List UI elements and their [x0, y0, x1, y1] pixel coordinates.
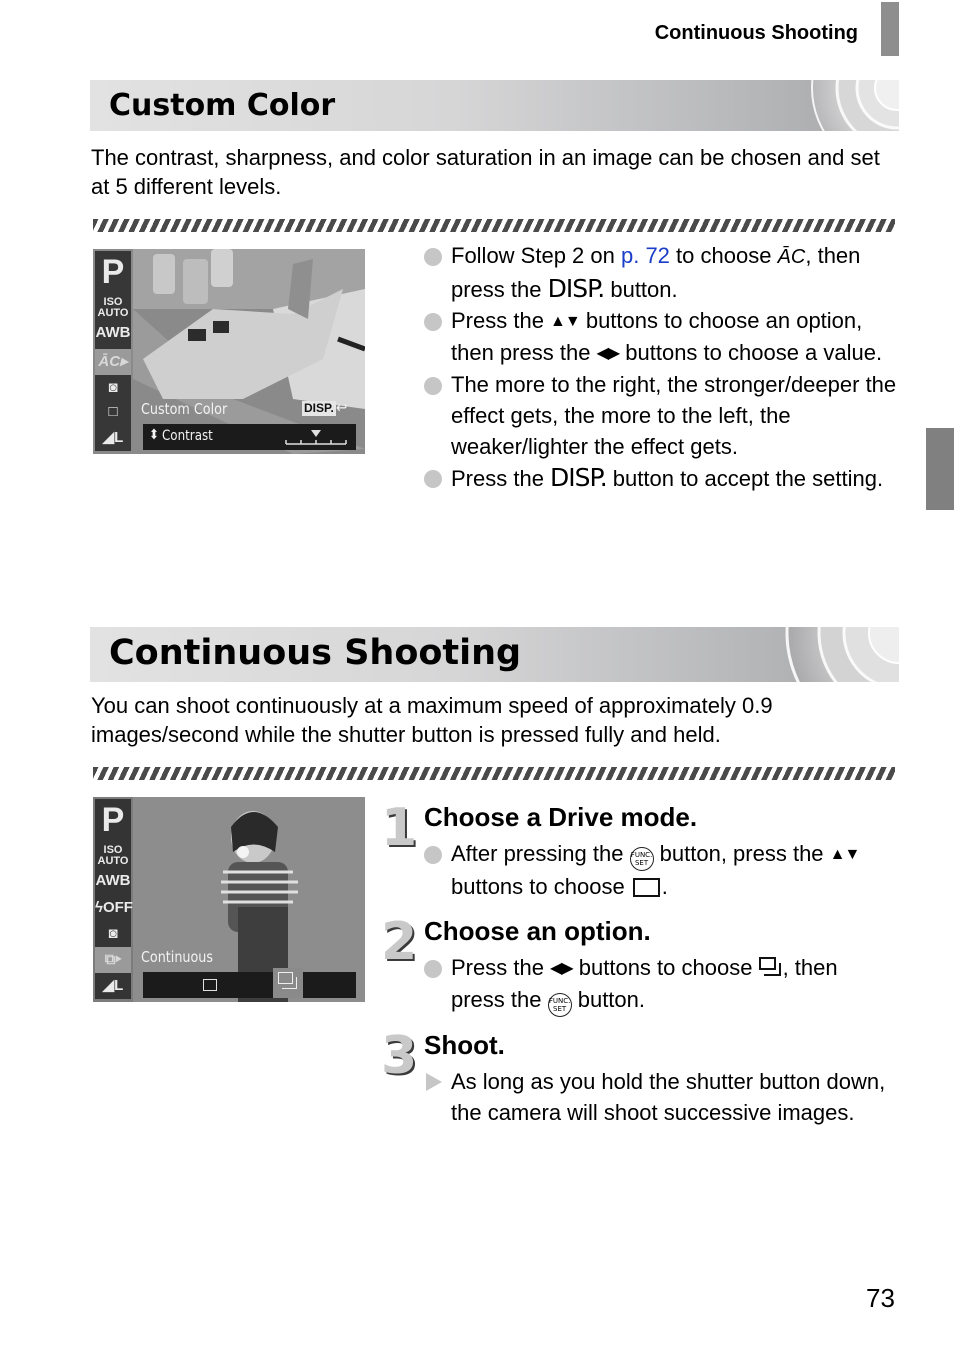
metering-icon: ◙	[108, 925, 118, 942]
section-header-custom-color: Custom Color	[90, 80, 899, 131]
custom-color-icon: ĀC▸	[95, 349, 131, 375]
return-arrow-icon: ↩	[336, 398, 348, 417]
intro-paragraph: The contrast, sharpness, and color satur…	[91, 145, 880, 199]
concentric-rings-decoration-icon	[785, 627, 899, 682]
camera-function-sidebar: P ISO AUTO AWB ϟOFF ◙ ⧉▸ ◢L	[95, 799, 133, 999]
bullet-icon	[424, 470, 442, 488]
side-thumb-tab	[926, 428, 954, 510]
list-item: As long as you hold the shutter button d…	[424, 1066, 894, 1128]
camera-screen-custom-color: P ISO AUTO AWB ĀC▸ ◙ □ ◢L Custom Color DI…	[93, 249, 365, 454]
custom-color-instructions: Follow Step 2 on p. 72 to choose ĀC, the…	[424, 240, 904, 494]
camera-function-sidebar: P ISO AUTO AWB ĀC▸ ◙ □ ◢L	[95, 251, 131, 451]
func-set-button-icon: FUNC. SET	[547, 993, 572, 1017]
list-item: Follow Step 2 on p. 72 to choose ĀC, the…	[424, 240, 904, 305]
drive-continuous-icon	[758, 957, 783, 979]
page-number: 73	[866, 1283, 895, 1313]
up-down-arrows-icon: ▲▼	[550, 313, 581, 330]
disp-button-icon: DISP.	[550, 463, 608, 492]
white-balance-awb-icon: AWB	[95, 324, 131, 341]
disp-badge: DISP.	[302, 401, 336, 416]
step-title: Choose a Drive mode.	[424, 802, 698, 832]
camera-screen-continuous: P ISO AUTO AWB ϟOFF ◙ ⧉▸ ◢L Continuous	[93, 797, 365, 1002]
bullet-icon	[424, 377, 442, 395]
hatched-divider	[93, 767, 895, 780]
step-number: 3	[381, 1026, 418, 1086]
chapter-tab-marker	[881, 2, 899, 56]
disp-button-icon: DISP.	[547, 274, 606, 303]
iso-auto-icon: ISO AUTO	[97, 844, 129, 867]
section-title: Continuous Shooting	[109, 633, 522, 673]
program-mode-icon: P	[101, 253, 125, 291]
step-title: Choose an option.	[424, 916, 651, 946]
func-set-button-icon: FUNC. SET	[629, 847, 654, 871]
bullet-icon	[424, 248, 442, 266]
camera-option-label: Contrast	[162, 428, 213, 444]
list-item: The more to the right, the stronger/deep…	[424, 369, 904, 462]
concentric-rings-decoration-icon	[811, 80, 899, 131]
camera-option-panel	[143, 968, 356, 998]
page-link[interactable]: p. 72	[621, 243, 670, 268]
running-header-title: Continuous Shooting	[654, 22, 858, 44]
list-item: After pressing the FUNC. SET button, pres…	[424, 838, 894, 902]
option-up-down-icon: ⬍	[149, 427, 159, 443]
camera-menu-label: Custom Color	[141, 400, 228, 418]
image-size-L-icon: ◢L	[102, 977, 124, 994]
metering-icon: ◙	[108, 379, 118, 396]
program-mode-icon: P	[101, 801, 125, 839]
step-number: 1	[381, 798, 418, 858]
bullet-icon	[424, 846, 442, 864]
step-instructions: As long as you hold the shutter button d…	[424, 1066, 894, 1128]
section-header-continuous-shooting: Continuous Shooting	[90, 627, 899, 682]
drive-continuous-icon: ⧉▸	[95, 947, 131, 973]
camera-menu-label: Continuous	[141, 948, 214, 966]
bullet-icon	[424, 960, 442, 978]
step-title: Shoot.	[424, 1030, 505, 1060]
bullet-icon	[424, 313, 442, 331]
custom-color-icon: ĀC	[777, 246, 806, 268]
flash-off-icon: ϟOFF	[95, 899, 133, 916]
left-right-arrows-icon: ◀▶	[596, 345, 621, 362]
white-balance-awb-icon: AWB	[95, 872, 131, 889]
continuous-icon-selected	[273, 968, 303, 998]
single-shot-icon	[203, 979, 217, 991]
drive-single-icon	[632, 878, 660, 897]
hatched-divider	[93, 219, 895, 232]
intro-paragraph: You can shoot continuously at a maximum …	[91, 693, 773, 747]
section-title: Custom Color	[109, 88, 336, 123]
list-item: Press the ▲▼ buttons to choose an option…	[424, 305, 904, 369]
list-item: Press the ◀▶ buttons to choose , then pr…	[424, 952, 894, 1017]
up-down-arrows-icon: ▲▼	[829, 846, 861, 863]
slider-marker	[311, 430, 321, 437]
step-instructions: Press the ◀▶ buttons to choose , then pr…	[424, 952, 894, 1017]
step-instructions: After pressing the FUNC. SET button, pres…	[424, 838, 894, 902]
step-number: 2	[381, 912, 418, 972]
left-right-arrows-icon: ◀▶	[550, 960, 574, 977]
result-arrow-icon	[426, 1073, 442, 1091]
drive-single-icon: □	[108, 403, 118, 420]
camera-option-panel: ⬍ Contrast	[143, 424, 356, 450]
image-size-L-icon: ◢L	[102, 429, 124, 446]
iso-auto-icon: ISO AUTO	[97, 296, 129, 319]
list-item: Press the DISP. button to accept the set…	[424, 462, 904, 494]
level-slider	[285, 430, 347, 445]
